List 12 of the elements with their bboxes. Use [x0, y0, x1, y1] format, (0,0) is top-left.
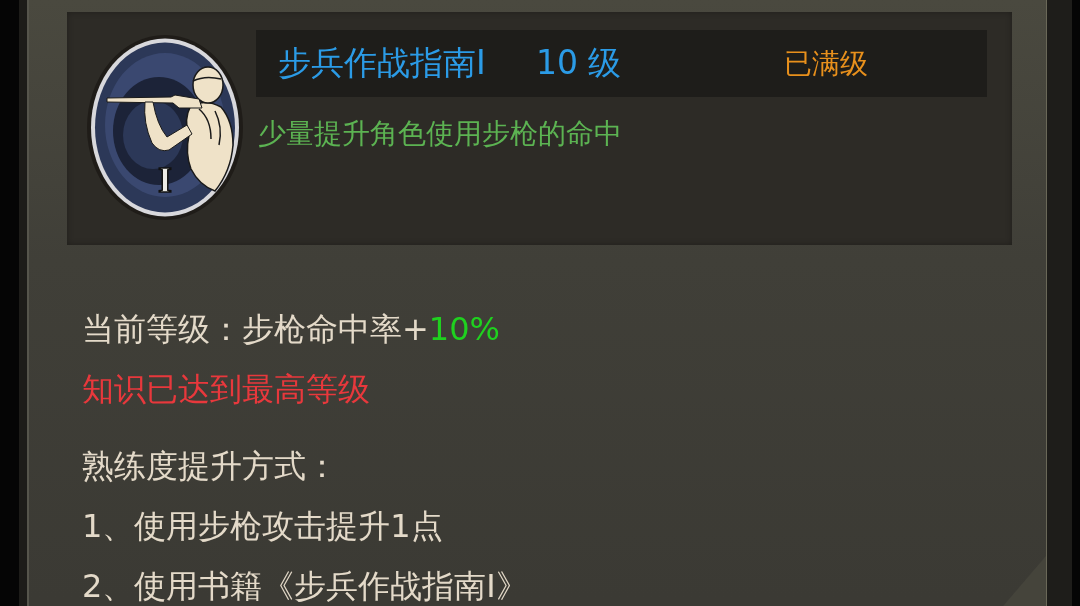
skill-description: 少量提升角色使用步枪的命中	[258, 116, 623, 152]
current-level-label: 当前等级：步枪命中率+	[82, 310, 429, 348]
proficiency-method: 1、使用步枪攻击提升1点	[82, 506, 444, 547]
max-level-notice: 知识已达到最高等级	[82, 369, 371, 410]
badge-numeral: I	[158, 162, 172, 198]
proficiency-method: 2、使用书籍《步兵作战指南Ⅰ》	[82, 566, 529, 606]
proficiency-title: 熟练度提升方式：	[82, 446, 339, 487]
rifleman-badge-icon	[87, 35, 243, 220]
skill-level: 10 级	[536, 42, 623, 84]
skill-status: 已满级	[784, 45, 868, 82]
skill-name: 步兵作战指南Ⅰ	[278, 42, 487, 84]
current-level-value: 10%	[428, 310, 500, 348]
